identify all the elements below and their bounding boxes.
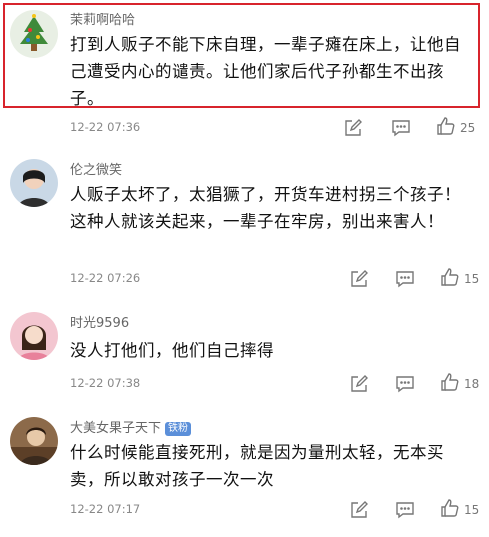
username[interactable]: 大美女果子天下 铁粉 xyxy=(70,421,192,437)
comment-text: 人贩子太坏了，太猖獗了，开货车进村拐三个孩子！这种人就该关起来，一辈子在牢房，别… xyxy=(70,185,461,231)
username[interactable]: 时光9596 xyxy=(70,316,129,332)
like-button[interactable]: 15 xyxy=(440,499,479,521)
comment-item: 茉莉啊哈哈 打到人贩子不能下床自理，一辈子瘫在床上，让他自己遭受内心的谴责。让他… xyxy=(0,0,489,147)
like-count: 15 xyxy=(464,272,480,286)
speech-bubble-icon[interactable] xyxy=(394,373,416,395)
timestamp: 12-22 07:36 xyxy=(70,120,141,134)
comment-actions: 12-22 07:17 15 xyxy=(70,499,480,521)
username[interactable]: 伦之微笑 xyxy=(70,163,122,179)
pencil-square-icon[interactable] xyxy=(348,499,370,521)
username-text: 大美女果子天下 xyxy=(70,421,162,436)
pencil-square-icon[interactable] xyxy=(342,117,364,139)
comment-text: 没人打他们，他们自己摔得 xyxy=(70,341,274,360)
comment-actions: 12-22 07:36 25 xyxy=(70,117,480,139)
comment-item: 时光9596 没人打他们，他们自己摔得 12-22 07:38 18 xyxy=(0,303,489,403)
comment-actions: 12-22 07:38 18 xyxy=(70,373,480,395)
timestamp: 12-22 07:17 xyxy=(70,502,141,516)
speech-bubble-icon[interactable] xyxy=(394,499,416,521)
avatar[interactable] xyxy=(10,312,58,360)
speech-bubble-icon[interactable] xyxy=(390,117,412,139)
timestamp: 12-22 07:38 xyxy=(70,376,141,390)
thumbs-up-icon xyxy=(436,116,456,140)
fan-badge: 铁粉 xyxy=(165,422,192,436)
like-button[interactable]: 18 xyxy=(440,373,479,395)
speech-bubble-icon[interactable] xyxy=(394,268,416,290)
comment-actions: 12-22 07:26 15 xyxy=(70,268,480,290)
thumbs-up-icon xyxy=(440,498,460,522)
comment-item: 大美女果子天下 铁粉 什么时候能直接死刑，就是因为量刑太轻，无本买卖，所以敢对孩子… xyxy=(0,406,489,537)
pencil-square-icon[interactable] xyxy=(348,268,370,290)
like-count: 18 xyxy=(464,377,480,391)
comment-text: 打到人贩子不能下床自理，一辈子瘫在床上，让他自己遭受内心的谴责。让他们家后代子孙… xyxy=(70,35,461,108)
thumbs-up-icon xyxy=(440,267,460,291)
avatar[interactable] xyxy=(10,10,58,58)
like-count: 25 xyxy=(460,121,476,135)
thumbs-up-icon xyxy=(440,372,460,396)
pencil-square-icon[interactable] xyxy=(348,373,370,395)
avatar[interactable] xyxy=(10,159,58,207)
like-button[interactable]: 25 xyxy=(436,117,475,139)
comment-item: 伦之微笑 人贩子太坏了，太猖獗了，开货车进村拐三个孩子！这种人就该关起来，一辈子… xyxy=(0,150,489,300)
avatar[interactable] xyxy=(10,417,58,465)
timestamp: 12-22 07:26 xyxy=(70,271,141,285)
like-count: 15 xyxy=(464,503,480,517)
like-button[interactable]: 15 xyxy=(440,268,479,290)
comment-text: 什么时候能直接死刑，就是因为量刑太轻，无本买卖，所以敢对孩子一次一次 xyxy=(70,443,444,489)
username[interactable]: 茉莉啊哈哈 xyxy=(70,13,135,29)
